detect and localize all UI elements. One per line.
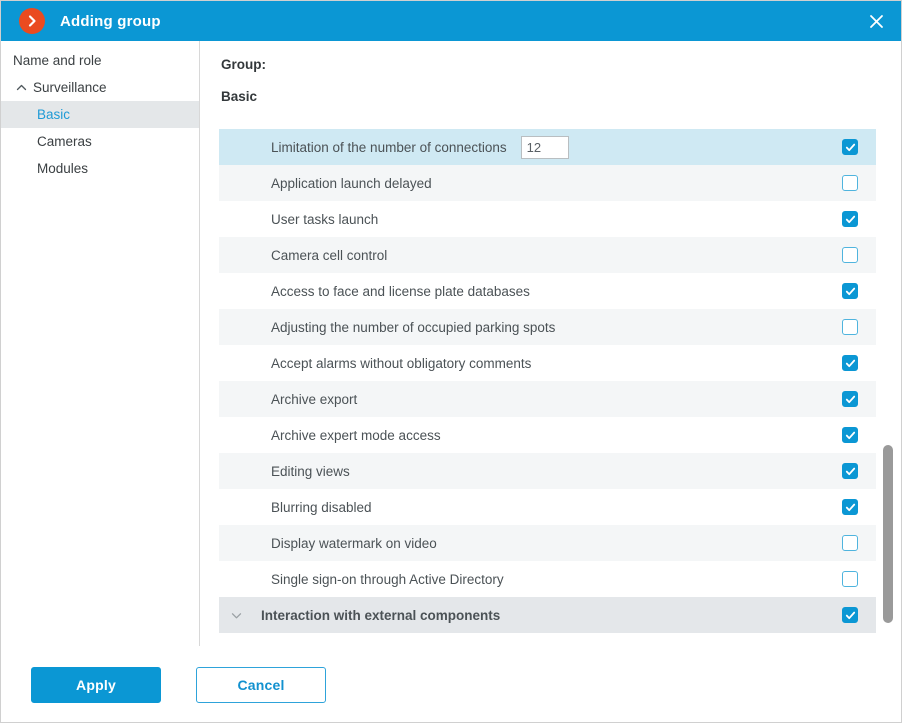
sidebar-item-basic[interactable]: Basic — [1, 101, 199, 128]
permission-label: Adjusting the number of occupied parking… — [271, 319, 556, 335]
close-button[interactable] — [849, 1, 901, 41]
permission-row[interactable]: Access to face and license plate databas… — [219, 273, 876, 309]
permission-label: Accept alarms without obligatory comment… — [271, 355, 532, 371]
permission-label: Camera cell control — [271, 247, 388, 263]
permission-row[interactable]: Camera cell control — [219, 237, 876, 273]
cancel-button[interactable]: Cancel — [196, 666, 326, 703]
permission-checkbox[interactable] — [842, 463, 858, 479]
permission-row[interactable]: Application launch delayed — [219, 165, 876, 201]
content-header: Group: Basic — [201, 41, 901, 105]
permission-label: Application launch delayed — [271, 175, 432, 191]
permission-checkbox[interactable] — [842, 319, 858, 335]
sidebar-item-modules[interactable]: Modules — [1, 155, 199, 182]
permission-label: User tasks launch — [271, 211, 379, 227]
dialog-footer: Apply Cancel — [1, 646, 901, 722]
sidebar-item-cameras[interactable]: Cameras — [1, 128, 199, 155]
permission-row[interactable]: User tasks launch — [219, 201, 876, 237]
apply-button[interactable]: Apply — [31, 666, 161, 703]
sidebar-item-label: Basic — [37, 107, 71, 122]
permission-group-label: Interaction with external components — [261, 607, 501, 623]
scrollbar-thumb[interactable] — [883, 445, 893, 623]
permission-checkbox[interactable] — [842, 535, 858, 551]
permission-checkbox[interactable] — [842, 355, 858, 371]
permission-checkbox[interactable] — [842, 283, 858, 299]
permission-checkbox[interactable] — [842, 391, 858, 407]
permission-checkbox[interactable] — [842, 211, 858, 227]
permission-label: Access to face and license plate databas… — [271, 283, 530, 299]
page-title: Adding group — [60, 12, 161, 30]
section-heading: Basic — [221, 89, 258, 104]
permission-row[interactable]: Limitation of the number of connections — [219, 129, 876, 165]
sidebar-item-label: Surveillance — [33, 80, 107, 95]
permission-label: Display watermark on video — [271, 535, 437, 551]
sidebar-item-label: Cameras — [37, 134, 92, 149]
permission-checkbox[interactable] — [842, 139, 858, 155]
permission-group-row[interactable]: Interaction with external components — [219, 597, 876, 633]
title-bar: Adding group — [1, 1, 901, 41]
permission-checkbox[interactable] — [842, 175, 858, 191]
dialog-body: Name and role Surveillance Basic Cameras… — [1, 41, 901, 646]
permission-checkbox[interactable] — [842, 571, 858, 587]
permission-row[interactable]: Accept alarms without obligatory comment… — [219, 345, 876, 381]
permissions-list: Limitation of the number of connections … — [219, 129, 876, 635]
permission-checkbox[interactable] — [842, 427, 858, 443]
group-heading: Group: — [221, 57, 266, 72]
permission-row[interactable]: Editing views — [219, 453, 876, 489]
connections-limit-input[interactable] — [520, 135, 569, 159]
permission-label: Archive expert mode access — [271, 427, 441, 443]
permission-label: Editing views — [271, 463, 350, 479]
sidebar-item-label: Modules — [37, 161, 89, 176]
close-icon — [869, 14, 884, 29]
vertical-scrollbar[interactable] — [882, 161, 894, 641]
permission-row[interactable]: Display watermark on video — [219, 525, 876, 561]
chevron-up-icon — [13, 80, 29, 96]
chevron-right-circle-icon — [19, 8, 45, 34]
permission-row[interactable]: Adjusting the number of occupied parking… — [219, 309, 876, 345]
sidebar-item-label: Name and role — [13, 53, 102, 68]
permission-label: Limitation of the number of connections — [271, 139, 507, 155]
permission-checkbox[interactable] — [842, 247, 858, 263]
permission-label: Archive export — [271, 391, 358, 407]
permission-row[interactable]: Single sign-on through Active Directory — [219, 561, 876, 597]
chevron-down-icon[interactable] — [227, 597, 245, 633]
permission-checkbox[interactable] — [842, 499, 858, 515]
sidebar-item-surveillance[interactable]: Surveillance — [1, 74, 199, 101]
permission-label: Blurring disabled — [271, 499, 372, 515]
permission-checkbox[interactable] — [842, 607, 858, 623]
sidebar-item-name-and-role[interactable]: Name and role — [1, 47, 199, 74]
adding-group-dialog: Adding group Name and role Surveillance … — [0, 0, 902, 723]
permission-label: Single sign-on through Active Directory — [271, 571, 504, 587]
permission-row[interactable]: Blurring disabled — [219, 489, 876, 525]
permission-row[interactable]: Archive export — [219, 381, 876, 417]
sidebar-nav: Name and role Surveillance Basic Cameras… — [1, 41, 200, 646]
permission-row[interactable]: Archive expert mode access — [219, 417, 876, 453]
content-pane: Group: Basic Limitation of the number of… — [201, 41, 901, 646]
